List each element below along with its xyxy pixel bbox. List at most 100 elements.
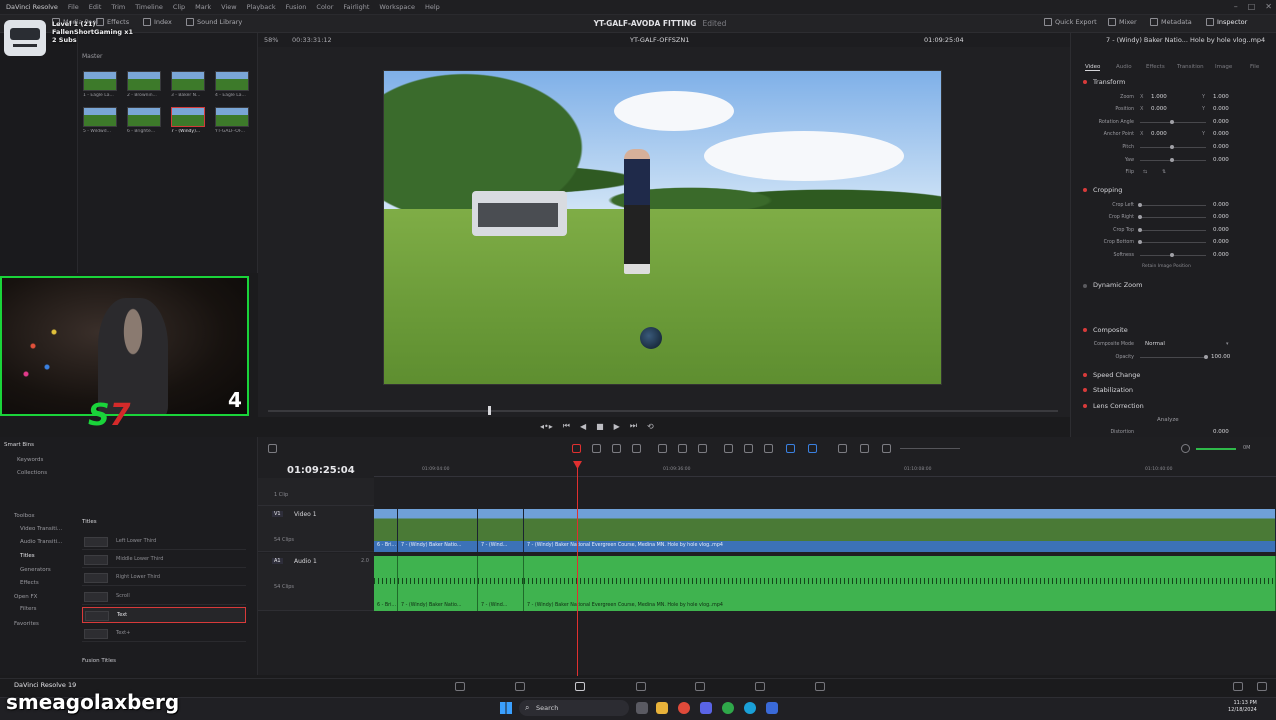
crop-right-field[interactable]: 0.000 [1213, 214, 1229, 220]
timeline-options-icon[interactable] [268, 444, 277, 453]
clip-thumbnail[interactable] [215, 107, 249, 127]
crop-right-slider[interactable] [1140, 217, 1206, 218]
tab-audio[interactable]: Audio [1116, 64, 1132, 70]
analyze-button[interactable]: Analyze [1157, 417, 1179, 423]
video-clip[interactable] [398, 509, 478, 541]
play-reverse-icon[interactable]: ◀ [580, 422, 586, 431]
clip-thumbnail[interactable] [127, 71, 161, 91]
trim-tool-icon[interactable] [592, 444, 601, 453]
bin-collections[interactable]: Collections [17, 470, 47, 476]
menu-workspace[interactable]: Workspace [379, 3, 415, 11]
speaker-icon[interactable] [1181, 444, 1190, 453]
flip-vertical-icon[interactable]: ⇅ [1162, 169, 1166, 175]
crop-top-field[interactable]: 0.000 [1213, 227, 1229, 233]
zoom-icon[interactable] [882, 444, 891, 453]
section-composite[interactable]: Composite [1093, 326, 1128, 334]
menu-help[interactable]: Help [425, 3, 440, 11]
metadata-button[interactable]: Metadata [1150, 18, 1192, 26]
fusion-page-icon[interactable] [636, 682, 646, 691]
crop-bottom-field[interactable]: 0.000 [1213, 239, 1229, 245]
retain-image-position-checkbox[interactable]: Retain Image Position [1142, 264, 1191, 269]
menu-color[interactable]: Color [316, 3, 333, 11]
color-page-icon[interactable] [695, 682, 705, 691]
menu-view[interactable]: View [221, 3, 236, 11]
video-clip[interactable] [374, 509, 398, 541]
quick-export-button[interactable]: Quick Export [1044, 18, 1097, 26]
video-clip[interactable] [524, 509, 1276, 541]
menu-mark[interactable]: Mark [195, 3, 211, 11]
task-view-icon[interactable] [636, 702, 648, 714]
selection-tool-icon[interactable] [572, 444, 581, 453]
mixer-button[interactable]: Mixer [1108, 18, 1137, 26]
menu-edit[interactable]: Edit [89, 3, 102, 11]
menu-timeline[interactable]: Timeline [135, 3, 163, 11]
discord-icon[interactable] [700, 702, 712, 714]
index-button[interactable]: Index [143, 18, 172, 26]
audio-clip[interactable]: 7 - (Windy) Baker Natio... [398, 556, 478, 611]
yaw-field[interactable]: 0.000 [1213, 157, 1229, 163]
play-icon[interactable]: ▶ [614, 422, 620, 431]
clip-thumbnail-selected[interactable] [171, 107, 205, 127]
menu-fairlight[interactable]: Fairlight [343, 3, 369, 11]
close-icon[interactable]: ✕ [1265, 2, 1272, 11]
tab-video[interactable]: Video [1085, 64, 1101, 71]
skip-start-icon[interactable]: ⏮ [563, 421, 570, 431]
tab-transition[interactable]: Transition [1177, 64, 1204, 70]
title-item[interactable]: Scroll [82, 589, 246, 605]
edit-page-icon[interactable] [575, 682, 585, 691]
crop-top-slider[interactable] [1140, 230, 1206, 231]
maximize-icon[interactable]: □ [1248, 2, 1256, 11]
timeline-ruler[interactable] [374, 463, 1276, 477]
section-speed-change[interactable]: Speed Change [1093, 371, 1140, 379]
pitch-field[interactable]: 0.000 [1213, 144, 1229, 150]
loop-icon[interactable]: ⟲ [647, 422, 654, 431]
smart-bins-header[interactable]: Smart Bins [4, 442, 34, 448]
title-item-selected[interactable]: Text [82, 607, 246, 623]
file-explorer-icon[interactable] [656, 702, 668, 714]
deliver-page-icon[interactable] [815, 682, 825, 691]
fx-tree-item[interactable]: Open FX [14, 594, 37, 600]
dynamic-trim-icon[interactable] [612, 444, 621, 453]
title-item[interactable]: Left Lower Third [82, 534, 246, 550]
scrubber-handle[interactable] [488, 406, 491, 415]
viewer-zoom[interactable]: 58% [264, 36, 278, 44]
media-page-icon[interactable] [455, 682, 465, 691]
fx-tree-item[interactable]: Video Transiti... [20, 526, 62, 532]
volume-slider[interactable] [1196, 448, 1236, 450]
position-lock-icon[interactable] [764, 444, 773, 453]
fx-tree-item[interactable]: Toolbox [14, 513, 35, 519]
anchor-x-field[interactable]: 0.000 [1151, 131, 1167, 137]
home-icon[interactable] [1233, 682, 1243, 691]
flag-icon[interactable] [786, 444, 795, 453]
anchor-y-field[interactable]: 0.000 [1213, 131, 1229, 137]
track-tag-v1[interactable]: V1 [272, 511, 283, 517]
speed-change-enable-icon[interactable] [1083, 373, 1087, 377]
jog-icon[interactable]: ◂•▸ [540, 422, 553, 431]
opacity-field[interactable]: 100.00 [1211, 354, 1230, 360]
detail-zoom-icon[interactable] [860, 444, 869, 453]
fusion-titles-header[interactable]: Fusion Titles [82, 658, 116, 664]
audio-clip[interactable]: 7 - (Wind... [478, 556, 524, 611]
cropping-enable-icon[interactable] [1083, 188, 1087, 192]
zoom-x-field[interactable]: 1.000 [1151, 94, 1167, 100]
linked-selection-icon[interactable] [744, 444, 753, 453]
davinci-resolve-app-icon[interactable] [766, 702, 778, 714]
fx-tree-item-titles[interactable]: Titles [20, 553, 35, 559]
video-clip[interactable] [478, 509, 524, 541]
section-stabilization[interactable]: Stabilization [1093, 386, 1133, 394]
position-x-field[interactable]: 0.000 [1151, 106, 1167, 112]
minimize-icon[interactable]: – [1234, 2, 1238, 11]
overwrite-clip-icon[interactable] [678, 444, 687, 453]
clip-thumbnail[interactable] [215, 71, 249, 91]
full-extent-zoom-icon[interactable] [838, 444, 847, 453]
video-clip-label[interactable]: 6 - Bri... [374, 541, 398, 552]
clip-thumbnail[interactable] [127, 107, 161, 127]
stop-icon[interactable]: ■ [596, 422, 604, 431]
rotation-field[interactable]: 0.000 [1213, 119, 1229, 125]
chevron-down-icon[interactable]: ▾ [1226, 341, 1229, 347]
crop-bottom-slider[interactable] [1140, 242, 1206, 243]
viewer-scrubber[interactable] [268, 410, 1058, 412]
crop-left-slider[interactable] [1140, 205, 1206, 206]
softness-field[interactable]: 0.000 [1213, 252, 1229, 258]
timeline-name[interactable]: YT-GALF-OFFSZN1 [630, 36, 689, 44]
